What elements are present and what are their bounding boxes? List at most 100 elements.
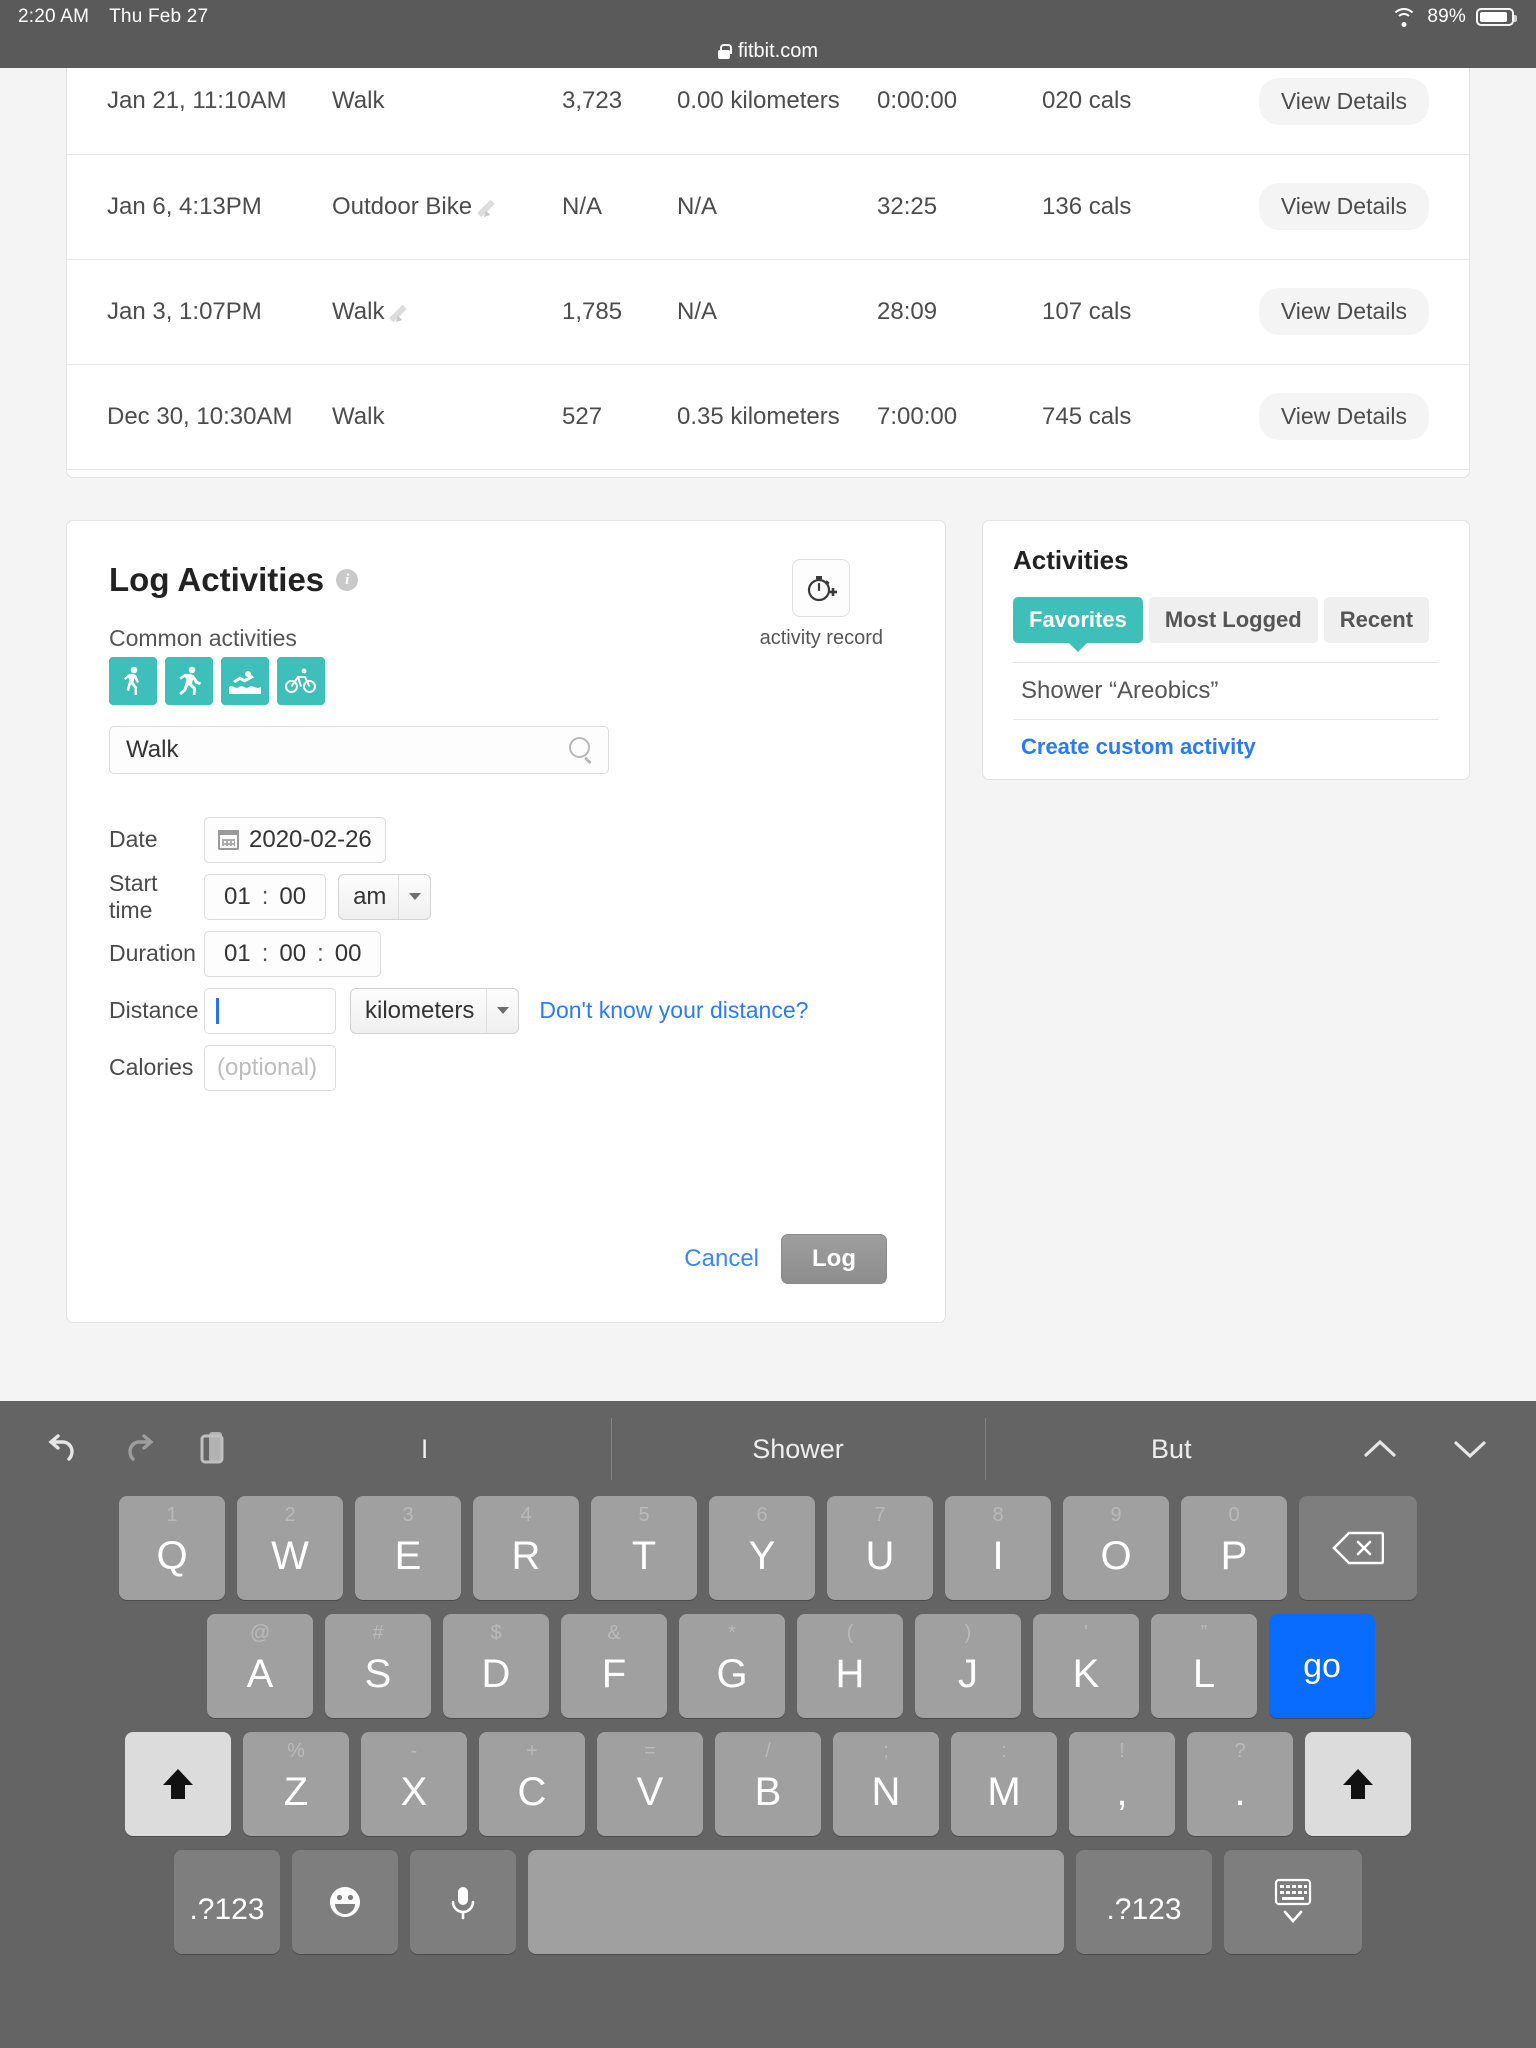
stopwatch-plus-icon[interactable] (792, 559, 851, 617)
suggestion-1[interactable]: Shower (611, 1417, 984, 1480)
chevron-down-icon[interactable] (1448, 1434, 1492, 1464)
key-a[interactable]: @ A (207, 1614, 313, 1718)
key-x[interactable]: -X (361, 1732, 467, 1836)
key-o[interactable]: 9O (1063, 1496, 1169, 1600)
key-i[interactable]: 8I (945, 1496, 1051, 1600)
hide-keyboard-icon[interactable] (1224, 1850, 1362, 1954)
start-time-field[interactable]: 01 : 00 (204, 873, 327, 920)
key-m[interactable]: :M (951, 1732, 1057, 1836)
cell-distance: N/A (677, 259, 877, 365)
view-details-button[interactable]: View Details (1258, 288, 1429, 335)
key-g[interactable]: * G (679, 1614, 785, 1718)
search-input[interactable] (109, 726, 609, 774)
backspace-icon[interactable] (1299, 1496, 1417, 1600)
key-d[interactable]: $ D (443, 1614, 549, 1718)
key-p[interactable]: 0P (1181, 1496, 1287, 1600)
shift-icon[interactable] (125, 1732, 231, 1836)
key-comma[interactable]: !, (1069, 1732, 1175, 1836)
view-details-button[interactable]: View Details (1258, 393, 1429, 440)
start-minute-value[interactable]: 00 (273, 883, 312, 911)
distance-unit-select[interactable]: kilometers (350, 987, 520, 1034)
edit-pencil-icon[interactable] (480, 197, 500, 217)
chevron-up-icon[interactable] (1358, 1434, 1402, 1464)
key-t[interactable]: 5T (591, 1496, 697, 1600)
key-v[interactable]: = V (597, 1732, 703, 1836)
form-row-duration: Duration 01 : 00 : 00 (109, 925, 899, 982)
edit-pencil-icon[interactable] (392, 302, 412, 322)
duration-seconds-value[interactable]: 00 (329, 940, 368, 968)
meridiem-select[interactable]: am (338, 873, 432, 920)
key-h[interactable]: (H (797, 1614, 903, 1718)
redo-icon[interactable] (116, 1426, 162, 1472)
key-q[interactable]: 1Q (119, 1496, 225, 1600)
info-icon[interactable]: i (336, 569, 359, 591)
cell-action: View Details (1202, 68, 1469, 155)
key-y[interactable]: 6Y (709, 1496, 815, 1600)
table-row[interactable]: Dec 30, 10:30AM Walk 527 0.35 kilometers… (67, 364, 1469, 470)
table-row[interactable]: Jan 21, 11:10AM Walk 3,723 0.00 kilomete… (67, 68, 1469, 155)
key-w[interactable]: 2W (237, 1496, 343, 1600)
duration-label: Duration (109, 940, 196, 966)
table-row[interactable]: Jan 6, 4:13PM Outdoor Bike N/A N/A 32:25… (67, 154, 1469, 260)
chevron-down-icon (486, 988, 518, 1033)
key-n[interactable]: ; N (833, 1732, 939, 1836)
cell-steps: 527 (562, 364, 677, 470)
swim-icon[interactable] (221, 657, 269, 705)
battery-percent-label: 89% (1427, 6, 1466, 27)
microphone-icon[interactable] (410, 1850, 516, 1954)
date-field[interactable]: 2020-02-26 (204, 816, 386, 863)
activity-record-group: activity record (760, 559, 883, 650)
cell-distance: N/A (677, 154, 877, 260)
distance-input[interactable] (204, 987, 336, 1034)
duration-minutes-value[interactable]: 00 (273, 940, 312, 968)
key-j[interactable]: ) J (915, 1614, 1021, 1718)
calories-input[interactable] (204, 1044, 336, 1091)
tab-most-logged[interactable]: Most Logged (1148, 597, 1318, 643)
space-key[interactable] (528, 1850, 1064, 1954)
key-z[interactable]: % Z (243, 1732, 349, 1836)
numbers-key-right[interactable]: .?123 (1076, 1850, 1212, 1954)
run-icon[interactable] (165, 657, 213, 705)
key-f[interactable]: & F (561, 1614, 667, 1718)
key-u[interactable]: 7U (827, 1496, 933, 1600)
cancel-button[interactable]: Cancel (684, 1245, 759, 1273)
shift-right-icon[interactable] (1305, 1732, 1411, 1836)
numbers-key-left[interactable]: .?123 (174, 1850, 280, 1954)
undo-icon[interactable] (40, 1426, 86, 1472)
view-details-button[interactable]: View Details (1258, 77, 1429, 125)
browser-url-bar[interactable]: fitbit.com (0, 34, 1536, 68)
cell-date: Dec 30, 10:30AM (67, 364, 332, 470)
key-b[interactable]: / B (715, 1732, 821, 1836)
search-icon[interactable] (569, 737, 593, 761)
key-s[interactable]: # S (325, 1614, 431, 1718)
suggestion-0[interactable]: I (238, 1418, 611, 1480)
tab-favorites[interactable]: Favorites (1013, 597, 1143, 643)
url-text: fitbit.com (737, 39, 819, 62)
cell-type: Outdoor Bike (332, 154, 562, 260)
key-period[interactable]: ?. (1187, 1732, 1293, 1836)
keyboard-row-4: .?123 .?123 (8, 1850, 1528, 1954)
dont-know-distance-link[interactable]: Don't know your distance? (539, 997, 808, 1024)
table-row[interactable]: Jan 3, 1:07PM Walk 1,785 N/A 28:09 107 c… (67, 259, 1469, 365)
start-hour-value[interactable]: 01 (218, 883, 257, 911)
key-k[interactable]: ' K (1033, 1614, 1139, 1718)
view-details-button[interactable]: View Details (1258, 183, 1429, 230)
go-key[interactable]: go (1269, 1614, 1375, 1718)
key-e[interactable]: 3E (355, 1496, 461, 1600)
walk-icon[interactable] (109, 657, 157, 705)
log-button[interactable]: Log (781, 1234, 887, 1284)
suggestion-2[interactable]: But (984, 1417, 1358, 1480)
key-r[interactable]: 4R (473, 1496, 579, 1600)
list-item[interactable]: Shower “Areobics” (1013, 662, 1439, 720)
key-c[interactable]: + C (479, 1732, 585, 1836)
duration-hours-value[interactable]: 01 (218, 940, 257, 968)
activities-panel: Activities Favorites Most Logged Recent … (982, 520, 1470, 780)
create-custom-activity-link[interactable]: Create custom activity (1013, 734, 1439, 760)
cell-calories: 745 cals (1042, 364, 1202, 470)
bike-icon[interactable] (277, 657, 325, 705)
tab-recent[interactable]: Recent (1323, 597, 1430, 643)
emoji-icon[interactable] (292, 1850, 398, 1954)
clipboard-icon[interactable] (192, 1426, 238, 1472)
key-l[interactable]: ” L (1151, 1614, 1257, 1718)
duration-field[interactable]: 01 : 00 : 00 (204, 930, 382, 977)
